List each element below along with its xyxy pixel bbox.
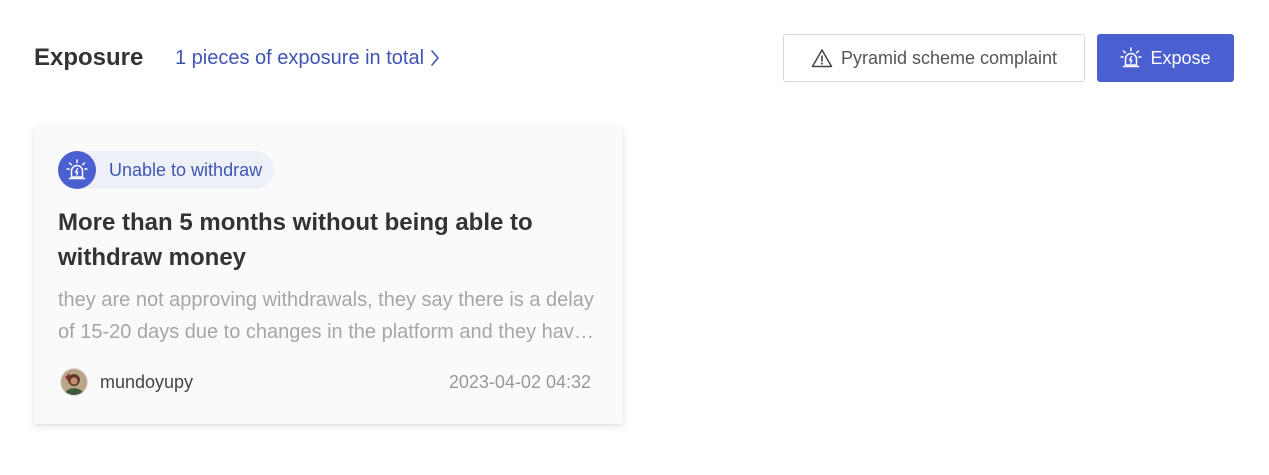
avatar [60,368,88,396]
total-exposure-link[interactable]: 1 pieces of exposure in total [175,44,440,72]
alarm-icon [1120,47,1143,68]
warning-icon [811,49,833,68]
card-author[interactable]: mundoyupy [60,368,193,396]
card-title[interactable]: More than 5 months without being able to… [58,205,603,275]
complaint-button-label: Pyramid scheme complaint [840,47,1058,68]
category-tag: Unable to withdraw [58,151,275,189]
total-exposure-label: 1 pieces of exposure in total [175,47,425,69]
card-timestamp: 2023-04-02 04:32 [448,372,591,392]
chevron-right-icon [431,50,439,66]
card-description: they are not approving withdrawals, they… [58,289,594,343]
exposure-page: Exposure 1 pieces of exposure in total P… [0,0,1269,475]
expose-button[interactable]: Expose [1097,34,1234,82]
expose-button-label: Expose [1150,47,1211,68]
category-tag-label: Unable to withdraw [109,159,263,180]
alarm-icon [58,151,96,189]
pyramid-scheme-complaint-button[interactable]: Pyramid scheme complaint [783,34,1085,82]
author-name: mundoyupy [100,371,194,392]
exposure-card[interactable]: Unable to withdraw More than 5 months wi… [34,127,623,424]
section-title: Exposure [34,44,144,71]
